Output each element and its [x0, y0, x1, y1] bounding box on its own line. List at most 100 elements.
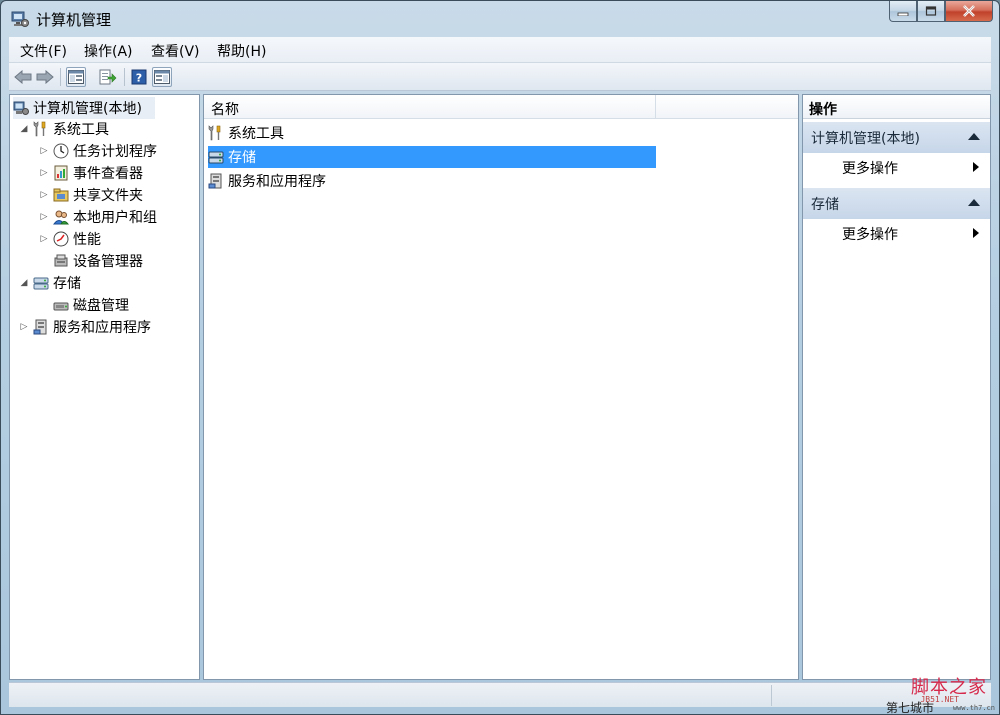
minimize-button[interactable] — [889, 1, 917, 22]
menu-action[interactable]: 操作(A) — [84, 41, 133, 61]
tree-item-shared-folders[interactable]: ▷ 共享文件夹 — [38, 184, 143, 206]
list-item-label: 存储 — [228, 150, 256, 166]
tree-item-label: 设备管理器 — [73, 254, 143, 270]
tree-item-task-scheduler[interactable]: ▷ 任务计划程序 — [38, 140, 157, 162]
actions-header: 操作 — [803, 95, 990, 119]
task-scheduler-icon — [53, 143, 69, 159]
action-item-label: 更多操作 — [842, 227, 898, 243]
menu-file[interactable]: 文件(F) — [20, 41, 67, 61]
tree-item-label: 任务计划程序 — [73, 144, 157, 160]
tree-item-label: 共享文件夹 — [73, 188, 143, 204]
tree-item-event-viewer[interactable]: ▷ 事件查看器 — [38, 162, 143, 184]
tree-item-services-applications[interactable]: ▷ 服务和应用程序 — [18, 316, 151, 338]
storage-icon — [208, 151, 224, 164]
list-item-label: 服务和应用程序 — [228, 174, 326, 190]
toolbar: ? — [9, 63, 991, 91]
column-header-name[interactable]: 名称 — [204, 95, 656, 119]
tree-collapsed-icon[interactable]: ▷ — [38, 189, 50, 201]
maximize-button[interactable] — [917, 1, 945, 22]
tree-item-label: 计算机管理(本地) — [33, 101, 142, 117]
tree-item-label: 存储 — [53, 276, 81, 292]
help-button[interactable]: ? — [129, 67, 149, 87]
menu-help[interactable]: 帮助(H) — [217, 41, 266, 61]
watermark-url-text: www.th7.cn — [952, 704, 995, 712]
tree-item-storage[interactable]: ◢ 存储 — [18, 272, 81, 294]
menu-view[interactable]: 查看(V) — [151, 41, 200, 61]
console-tree-icon — [68, 70, 84, 84]
tree-expanded-icon[interactable]: ◢ — [18, 277, 30, 289]
event-viewer-icon — [54, 165, 68, 181]
close-button[interactable] — [945, 1, 993, 22]
tree-collapsed-icon[interactable]: ▷ — [38, 145, 50, 157]
list-item-storage[interactable]: 存储 — [208, 146, 656, 168]
tree-item-local-users-groups[interactable]: ▷ 本地用户和组 — [38, 206, 157, 228]
tree-collapsed-icon[interactable]: ▷ — [38, 167, 50, 179]
performance-icon — [53, 231, 69, 247]
maximize-icon — [925, 6, 937, 16]
tree-item-disk-management[interactable]: 磁盘管理 — [53, 294, 129, 316]
tree-collapsed-icon[interactable]: ▷ — [38, 233, 50, 245]
actions-section-computer-management[interactable]: 计算机管理(本地) — [803, 122, 990, 153]
submenu-arrow-icon — [973, 228, 979, 238]
action-pane-icon — [154, 70, 170, 84]
tree-item-label: 事件查看器 — [73, 166, 143, 182]
tree-item-label: 性能 — [73, 232, 101, 248]
export-list-button[interactable] — [98, 67, 118, 87]
show-hide-action-pane-button[interactable] — [152, 67, 172, 87]
services-apps-icon — [33, 319, 47, 335]
list-item-label: 系统工具 — [228, 126, 284, 142]
tree-item-system-tools[interactable]: ◢ 系统工具 — [18, 118, 109, 140]
storage-icon — [33, 277, 49, 290]
export-list-icon — [99, 69, 117, 85]
actions-header-label: 操作 — [809, 102, 837, 118]
computer-management-icon — [13, 101, 29, 115]
tree-item-label: 本地用户和组 — [73, 210, 157, 226]
back-arrow-icon — [14, 70, 32, 84]
window-title: 计算机管理 — [36, 11, 112, 29]
svg-text:?: ? — [136, 72, 142, 85]
computer-management-window: 计算机管理 文件(F) 操作(A) 查看(V) 帮助(H) ? 计算机管理(本地… — [0, 0, 1000, 715]
services-apps-icon — [208, 173, 222, 189]
show-hide-console-tree-button[interactable] — [66, 67, 86, 87]
action-more-actions[interactable]: 更多操作 — [803, 153, 990, 181]
forward-arrow-icon — [36, 70, 54, 84]
forward-button[interactable] — [35, 67, 55, 87]
console-tree-pane: 计算机管理(本地) ◢ 系统工具 ▷ 任务计划程序 ▷ 事件查看器 ▷ 共享文件… — [9, 94, 200, 680]
tree-item-computer-management-local[interactable]: 计算机管理(本地) — [13, 97, 155, 119]
list-item-system-tools[interactable]: 系统工具 — [208, 122, 656, 144]
submenu-arrow-icon — [973, 162, 979, 172]
actions-pane: 操作 计算机管理(本地) 更多操作 存储 更多操作 — [802, 94, 991, 680]
device-manager-icon — [54, 254, 68, 267]
tree-expanded-icon[interactable]: ◢ — [18, 123, 30, 135]
action-item-label: 更多操作 — [842, 161, 898, 177]
local-users-icon — [53, 210, 69, 225]
tree-item-performance[interactable]: ▷ 性能 — [38, 228, 101, 250]
system-tools-icon — [208, 125, 221, 141]
actions-section-storage[interactable]: 存储 — [803, 188, 990, 219]
tree-collapsed-icon[interactable]: ▷ — [38, 211, 50, 223]
disk-management-icon — [53, 302, 69, 311]
window-controls — [889, 1, 993, 23]
back-button[interactable] — [13, 67, 33, 87]
collapse-up-icon[interactable] — [968, 133, 980, 140]
status-bar-divider — [771, 685, 772, 706]
toolbar-separator — [124, 68, 125, 86]
watermark-left-text: 第七城市 — [886, 701, 935, 715]
computer-management-icon — [11, 11, 29, 27]
list-item-services-applications[interactable]: 服务和应用程序 — [208, 170, 656, 192]
status-bar — [9, 682, 991, 707]
tree-item-label: 磁盘管理 — [73, 298, 129, 314]
actions-section-title: 存储 — [811, 197, 839, 213]
tree-collapsed-icon[interactable]: ▷ — [18, 321, 30, 333]
column-header-label: 名称 — [211, 102, 239, 118]
title-bar[interactable]: 计算机管理 — [1, 1, 999, 37]
collapse-up-icon[interactable] — [968, 199, 980, 206]
list-column-header: 名称 — [204, 95, 798, 119]
system-tools-icon — [33, 121, 46, 137]
tree-item-device-manager[interactable]: 设备管理器 — [53, 250, 143, 272]
toolbar-separator — [60, 68, 61, 86]
tree-item-label: 系统工具 — [53, 122, 109, 138]
close-icon — [963, 5, 975, 17]
action-more-actions[interactable]: 更多操作 — [803, 219, 990, 247]
shared-folders-icon — [53, 188, 69, 202]
